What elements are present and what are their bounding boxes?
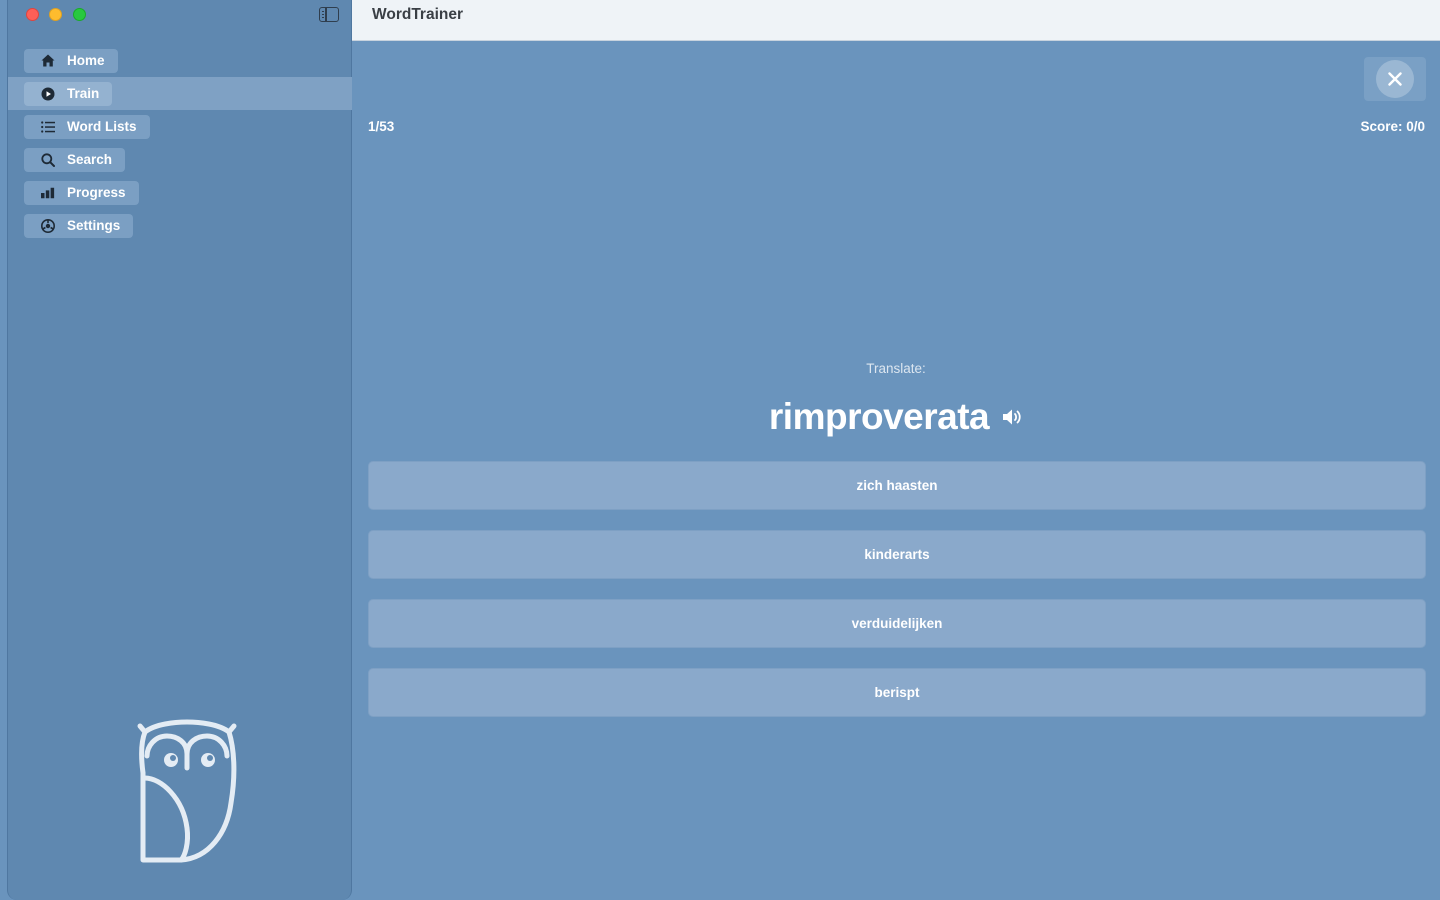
train-view: 1/53 Score: 0/0 Translate: rimproverata … xyxy=(352,41,1440,900)
sidebar-item-label: Search xyxy=(67,152,113,167)
owl-logo xyxy=(137,719,237,863)
sidebar-item-label: Home xyxy=(67,53,105,68)
home-button[interactable]: Home xyxy=(24,48,118,73)
search-icon xyxy=(41,152,55,167)
sidebar: Home Train Word Lists Search Progress Se… xyxy=(7,0,352,900)
sidebar-item-word-lists[interactable]: Word Lists xyxy=(8,110,352,143)
window-close-button[interactable] xyxy=(26,8,39,21)
window-zoom-button[interactable] xyxy=(73,8,86,21)
speaker-icon[interactable] xyxy=(1001,406,1023,428)
list-icon xyxy=(41,120,55,134)
train-button[interactable]: Train xyxy=(24,81,113,106)
close-icon xyxy=(1376,60,1414,98)
progress-button[interactable]: Progress xyxy=(24,180,139,205)
quiz-word: rimproverata xyxy=(768,396,990,437)
sidebar-item-home[interactable]: Home xyxy=(8,44,352,77)
answer-option-button[interactable]: berispt xyxy=(368,668,1426,717)
question-counter: 1/53 xyxy=(368,119,395,134)
play-circle-icon xyxy=(41,87,55,101)
translate-prompt: Translate: xyxy=(866,361,926,376)
score-label: Score: 0/0 xyxy=(1360,119,1425,134)
sidebar-item-search[interactable]: Search xyxy=(8,143,352,176)
word-lists-button[interactable]: Word Lists xyxy=(24,114,150,139)
sidebar-item-label: Train xyxy=(67,86,100,101)
word-row: rimproverata xyxy=(352,396,1440,438)
answer-option-button[interactable]: verduidelijken xyxy=(368,599,1426,648)
sidebar-item-settings[interactable]: Settings xyxy=(8,209,352,242)
title-bar: WordTrainer xyxy=(352,0,1440,41)
gear-icon xyxy=(41,218,55,233)
window-minimize-button[interactable] xyxy=(49,8,62,21)
answer-options: zich haasten kinderarts verduidelijken b… xyxy=(368,461,1426,737)
sidebar-nav: Home Train Word Lists Search Progress Se… xyxy=(8,44,352,242)
sidebar-item-progress[interactable]: Progress xyxy=(8,176,352,209)
search-button[interactable]: Search xyxy=(24,147,126,172)
window-title: WordTrainer xyxy=(372,6,464,23)
sidebar-item-label: Settings xyxy=(67,218,121,233)
sidebar-item-train[interactable]: Train xyxy=(8,77,352,110)
sidebar-toggle-icon[interactable] xyxy=(319,7,339,22)
close-quiz-button[interactable] xyxy=(1364,57,1426,101)
sidebar-item-label: Progress xyxy=(67,185,126,200)
bar-chart-icon xyxy=(41,186,55,200)
settings-button[interactable]: Settings xyxy=(24,213,134,238)
house-icon xyxy=(41,54,55,68)
app-window: Home Train Word Lists Search Progress Se… xyxy=(0,0,1440,900)
answer-option-button[interactable]: zich haasten xyxy=(368,461,1426,510)
sidebar-item-label: Word Lists xyxy=(67,119,137,134)
answer-option-button[interactable]: kinderarts xyxy=(368,530,1426,579)
